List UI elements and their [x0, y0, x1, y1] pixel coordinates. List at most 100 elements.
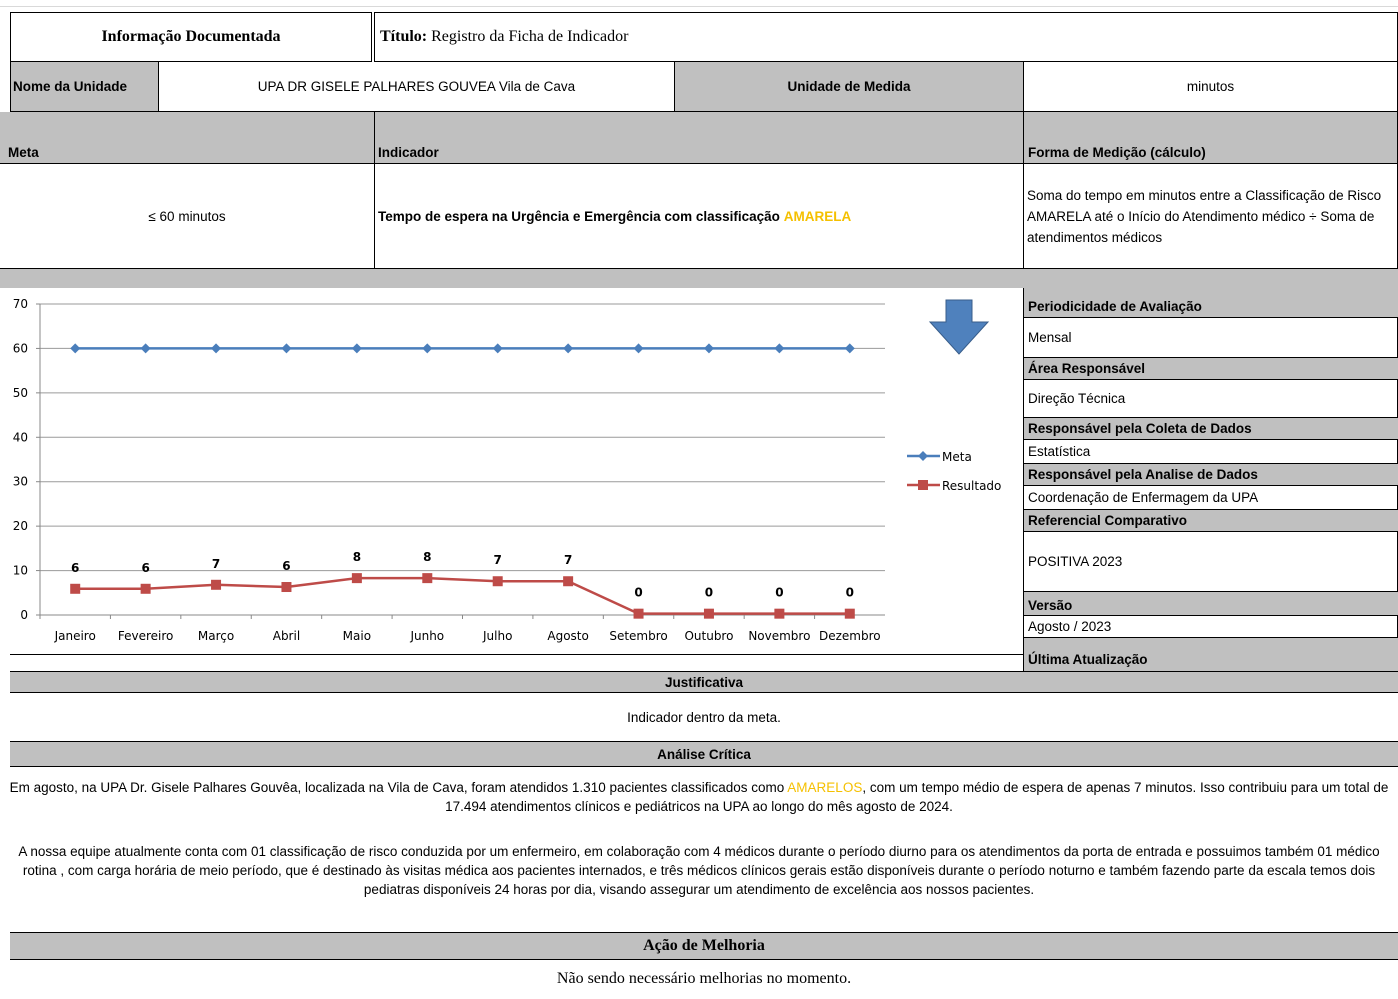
legend-label: Meta: [942, 450, 972, 464]
referencial-label: Referencial Comparativo: [1024, 510, 1398, 532]
indicator-cell: Tempo de espera na Urgência e Emergência…: [378, 164, 1023, 268]
y-tick-label: 70: [13, 297, 28, 311]
justificativa-label: Justificativa: [664, 674, 744, 690]
meta-value: ≤ 60 minutos: [148, 208, 226, 224]
x-tick-label: Março: [198, 629, 234, 643]
x-tick-label: Junho: [409, 629, 444, 643]
data-label: 8: [353, 550, 361, 564]
melhoria-header: Ação de Melhoria: [10, 932, 1398, 960]
legend-marker: [918, 480, 928, 490]
y-tick-label: 60: [13, 341, 28, 355]
x-tick-label: Setembro: [609, 629, 667, 643]
analise-resp-value: Coordenação de Enfermagem da UPA: [1024, 486, 1398, 510]
area-label: Área Responsável: [1024, 358, 1398, 380]
meta-point: [351, 343, 362, 354]
meta-point: [633, 343, 644, 354]
resultado-point: [774, 608, 785, 619]
x-tick-label: Agosto: [547, 629, 588, 643]
analise-label: Análise Crítica: [657, 746, 751, 762]
periodicidade-label: Periodicidade de Avaliação: [1024, 288, 1398, 318]
data-label: 6: [141, 561, 149, 575]
periodicidade-value: Mensal: [1024, 318, 1398, 358]
resultado-point: [211, 579, 222, 590]
resultado-point: [351, 573, 362, 584]
resultado-point: [633, 608, 644, 619]
meta-point: [70, 343, 81, 354]
meta-label: Meta: [8, 145, 39, 160]
indicator-highlight: AMARELA: [783, 208, 852, 224]
measure-label-cell: Unidade de Medida: [675, 62, 1023, 112]
meta-point: [211, 343, 222, 354]
doc-info-cell: Informação Documentada: [10, 12, 372, 62]
meta-point: [844, 343, 855, 354]
justificativa-header: Justificativa: [10, 671, 1398, 693]
chart-grid: [40, 303, 885, 616]
unit-name-value-cell: UPA DR GISELE PALHARES GOUVEA Vila de Ca…: [158, 62, 675, 112]
measure-label: Unidade de Medida: [787, 79, 911, 94]
calc-label: Forma de Medição (cálculo): [1028, 145, 1206, 160]
analise-paragraph-2: A nossa equipe atualmente conta com 01 c…: [4, 842, 1394, 899]
melhoria-value: Não sendo necessário melhorias no moment…: [556, 970, 852, 987]
resultado-point: [492, 576, 503, 587]
x-tick-label: Dezembro: [819, 629, 881, 643]
y-tick-label: 30: [13, 475, 28, 489]
versao-label: Versão: [1024, 592, 1398, 616]
justificativa-value: Indicador dentro da meta.: [627, 709, 781, 725]
title-label: Título:: [380, 28, 428, 45]
x-tick-label: Novembro: [748, 629, 810, 643]
analise-p1-text: Em agosto, na UPA Dr. Gisele Palhares Go…: [9, 780, 788, 795]
data-label: 6: [282, 559, 290, 573]
calc-text: Soma do tempo em minutos entre a Classif…: [1027, 187, 1382, 245]
analise-p1-highlight: AMARELOS: [787, 780, 863, 795]
data-label: 0: [634, 586, 642, 600]
meta-point: [563, 343, 574, 354]
chart-legend: Meta Resultado: [907, 450, 1001, 493]
data-label: 0: [705, 586, 713, 600]
chart-y-axis: 0 10 20 30 40 50 60 70: [13, 297, 41, 622]
indicator-text: Tempo de espera na Urgência e Emergência…: [378, 208, 780, 224]
y-tick-label: 20: [13, 519, 28, 533]
down-arrow-shape: [928, 299, 990, 355]
chart-top-band: [0, 268, 1398, 288]
analise-paragraph-1: Em agosto, na UPA Dr. Gisele Palhares Go…: [0, 778, 1398, 816]
data-label: 0: [846, 586, 854, 600]
resultado-point: [844, 608, 855, 619]
y-tick-label: 50: [13, 386, 28, 400]
resultado-point: [140, 583, 151, 594]
versao-value: Agosto / 2023: [1024, 616, 1398, 638]
y-tick-label: 0: [20, 608, 28, 622]
legend-marker: [918, 451, 928, 461]
x-tick-label: Julho: [482, 629, 512, 643]
data-label: 6: [71, 561, 79, 575]
indicator-chart: 010203040506070 Janeiro Fevereiro Março Abr…: [13, 297, 1002, 643]
meta-point: [492, 343, 503, 354]
measure-value-cell: minutos: [1023, 62, 1398, 112]
x-tick-label: Janeiro: [54, 629, 96, 643]
data-label: 7: [212, 557, 220, 571]
atualizacao-label: Última Atualização: [1024, 638, 1398, 671]
legend-label: Resultado: [942, 479, 1001, 493]
meta-point: [774, 343, 785, 354]
calc-cell: Soma do tempo em minutos entre a Classif…: [1027, 164, 1398, 268]
data-label: 7: [494, 553, 502, 567]
area-value: Direção Técnica: [1024, 380, 1398, 418]
resultado-point: [703, 608, 714, 619]
y-tick-label: 10: [13, 564, 28, 578]
resultado-point: [70, 583, 81, 594]
meta-value-cell: ≤ 60 minutos: [0, 164, 374, 268]
x-tick-label: Abril: [273, 629, 300, 643]
x-tick-label: Outubro: [684, 629, 733, 643]
referencial-value: POSITIVA 2023: [1024, 532, 1398, 592]
data-label: 7: [564, 553, 572, 567]
x-tick-label: Fevereiro: [118, 629, 174, 643]
chart-data-labels: 6 6 7 6 8 8 7 7 0 0 0 0: [71, 550, 854, 600]
coleta-value: Estatística: [1024, 440, 1398, 464]
meta-point: [422, 343, 433, 354]
data-label: 8: [423, 550, 431, 564]
title-cell: Título: Registro da Ficha de Indicador: [374, 12, 1398, 62]
title-value: Registro da Ficha de Indicador: [431, 28, 629, 45]
analise-header: Análise Crítica: [10, 741, 1398, 767]
resultado-point: [563, 576, 574, 587]
y-tick-label: 40: [13, 430, 28, 444]
unit-name-label-cell: Nome da Unidade: [10, 62, 158, 112]
